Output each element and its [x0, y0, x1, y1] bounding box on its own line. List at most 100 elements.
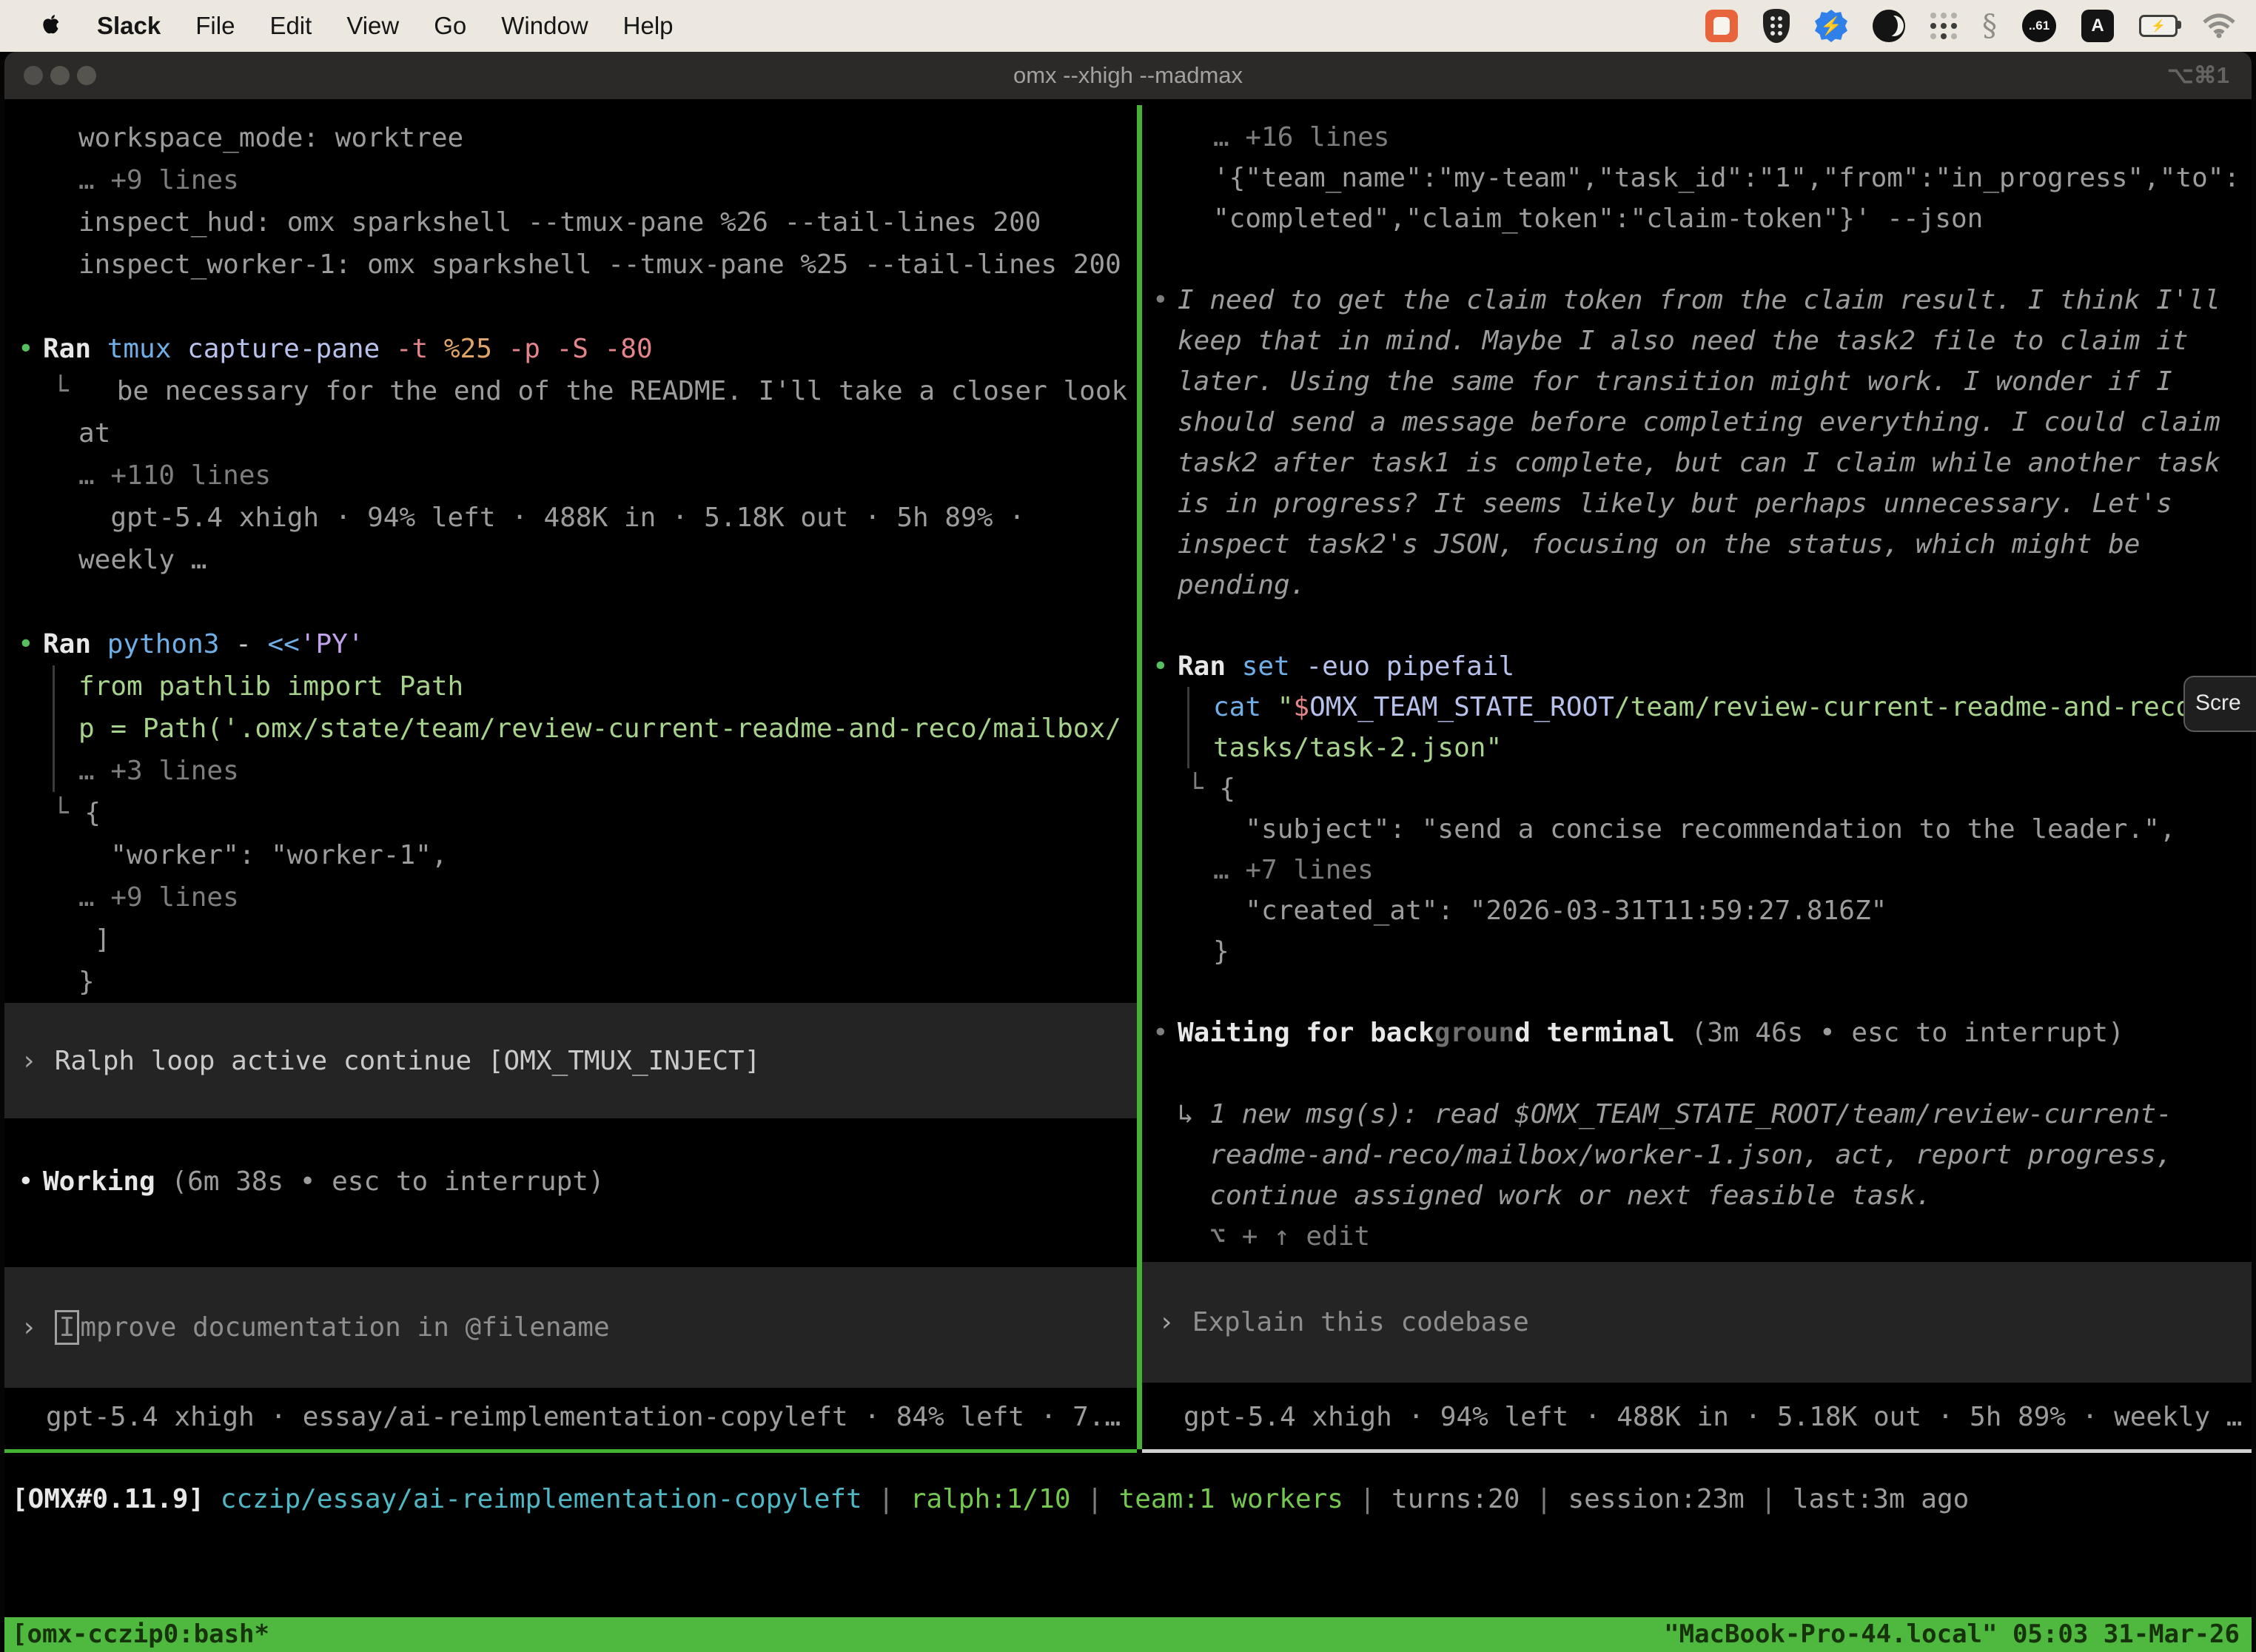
menu-item-view[interactable]: View	[346, 12, 399, 40]
text-segment: … +16 lines	[1213, 122, 1389, 152]
text-segment: readme-and-reco/mailbox/worker-1.json, a…	[1178, 1140, 2172, 1170]
pane-left-status: gpt-5.4 xhigh · essay/ai-reimplementatio…	[46, 1402, 1121, 1432]
text-segment: continue assigned work or next feasible …	[1178, 1181, 1932, 1211]
active-app-name[interactable]: Slack	[97, 12, 161, 40]
text-segment: ↳	[1178, 1099, 1209, 1129]
terminal-line	[1213, 1053, 2252, 1094]
pane-right-status: gpt-5.4 xhigh · 94% left · 488K in · 5.1…	[1184, 1402, 2242, 1432]
menu-item-file[interactable]: File	[195, 12, 235, 40]
screen-tooltip: Scre	[2183, 676, 2256, 732]
terminal-line: "worker": "worker-1",	[78, 834, 1137, 876]
chat-bubble-inner	[1713, 17, 1730, 35]
pane-left-input[interactable]: › Improve documentation in @filename	[4, 1267, 1137, 1388]
text-segment: }	[78, 967, 95, 997]
terminal-line	[1213, 239, 2252, 280]
terminal-line: └ be necessary for the end of the README…	[78, 370, 1137, 412]
text-segment: is in progress? It seems likely but perh…	[1178, 488, 2172, 519]
text-segment: |	[1520, 1484, 1568, 1514]
terminal-line: workspace_mode: worktree	[78, 117, 1137, 159]
hud-status-line: [OMX#0.11.9] cczip/essay/ai-reimplementa…	[4, 1453, 2252, 1514]
apple-menu[interactable]	[40, 13, 62, 38]
text-cursor: I	[55, 1310, 80, 1345]
text-segment: $	[1293, 692, 1309, 722]
menu-item-edit[interactable]: Edit	[269, 12, 312, 40]
terminal-line: is in progress? It seems likely but perh…	[1178, 483, 2252, 524]
omx-hud-pane: [OMX#0.11.9] cczip/essay/ai-reimplementa…	[4, 1453, 2252, 1617]
crescent-cut	[1880, 14, 1898, 36]
dots-grid-icon[interactable]	[1930, 13, 1957, 39]
terminal-line: gpt-5.4 xhigh · 94% left · 488K in · 5.1…	[78, 497, 1137, 539]
input-source-icon[interactable]: A	[2081, 10, 2114, 42]
text-segment: [OMX#0.11.9]	[12, 1484, 204, 1514]
text-segment: weekly …	[78, 545, 207, 575]
window-titlebar[interactable]: omx --xhigh --madmax ⌥⌘1	[4, 52, 2252, 99]
terminal-line: … +3 lines	[53, 750, 1137, 792]
text-segment: Ran	[43, 629, 91, 659]
terminal-line: keep that in mind. Maybe I also need the…	[1178, 320, 2252, 361]
terminal-pane-right[interactable]: … +16 lines'{"team_name":"my-team","task…	[1142, 105, 2252, 1449]
terminal-pane-left[interactable]: workspace_mode: worktree… +9 linesinspec…	[4, 105, 1137, 1449]
text-segment: I need to get the claim token from the c…	[1178, 285, 2220, 315]
terminal-line: tasks/task-2.json"	[1187, 728, 2252, 768]
text-segment: task2 after task1 is complete, but can I…	[1178, 448, 2220, 478]
terminal-line: •Working (6m 38s • esc to interrupt)	[43, 1161, 1137, 1203]
crescent-app-icon[interactable]	[1873, 10, 1905, 42]
text-segment: … +110 lines	[78, 460, 271, 491]
text-segment: gpt-5.4 xhigh · 94% left · 488K in · 5.1…	[78, 503, 1025, 533]
terminal-line: inspect_hud: omx sparkshell --tmux-pane …	[78, 201, 1137, 244]
text-segment: last:3m ago	[1793, 1484, 1969, 1514]
menu-item-window[interactable]: Window	[501, 12, 588, 40]
prompt-chevron: ›	[21, 1312, 37, 1343]
shield-icon[interactable]	[1763, 9, 1790, 43]
usage-counter-icon[interactable]: ..61	[2022, 10, 2056, 42]
text-segment: <<	[267, 629, 299, 659]
text-segment: {	[84, 798, 101, 828]
terminal-line: … +9 lines	[78, 159, 1137, 201]
text-segment: turns:20	[1391, 1484, 1520, 1514]
terminal-line: pending.	[1178, 565, 2252, 605]
text-segment: |	[1071, 1484, 1119, 1514]
bullet: •	[18, 623, 34, 665]
text-segment: "subject": "send a concise recommendatio…	[1213, 814, 2175, 845]
terminal-line: readme-and-reco/mailbox/worker-1.json, a…	[1178, 1135, 2252, 1175]
minimize-button[interactable]	[50, 66, 70, 85]
menu-item-help[interactable]: Help	[623, 12, 674, 40]
close-button[interactable]	[24, 66, 43, 85]
badge-icon[interactable]: ⚡	[1815, 10, 1847, 42]
text-segment: pending.	[1178, 570, 1306, 600]
terminal-line: later. Using the same for transition mig…	[1178, 361, 2252, 402]
text-segment: ]	[78, 924, 110, 955]
text-segment: cczip/essay/ai-reimplementation-copyleft	[221, 1484, 862, 1514]
terminal-line: p = Path('.omx/state/team/review-current…	[53, 708, 1137, 750]
text-segment: Working	[43, 1166, 155, 1197]
text-segment: ralph:1/10	[910, 1484, 1071, 1514]
terminal-line: •I need to get the claim token from the …	[1178, 280, 2252, 320]
text-segment: "created_at": "2026-03-31T11:59:27.816Z"	[1213, 896, 1887, 926]
terminal-line: … +110 lines	[78, 454, 1137, 497]
battery-icon[interactable]: ⚡	[2139, 15, 2178, 37]
text-segment: └	[53, 798, 84, 828]
wifi-icon[interactable]	[2203, 13, 2235, 38]
tmux-status-bar: [omx-cczip0:bash* "MacBook-Pro-44.local"…	[4, 1617, 2252, 1652]
terminal-line: ]	[78, 919, 1137, 961]
zoom-button[interactable]	[77, 66, 96, 85]
menu-item-go[interactable]: Go	[434, 12, 466, 40]
text-segment: (3m 46s • esc to interrupt)	[1675, 1018, 2124, 1048]
text-segment: -t	[380, 334, 428, 364]
pane-right-input[interactable]: › Explain this codebase	[1142, 1262, 2252, 1383]
terminal-line	[78, 1118, 1137, 1161]
text-segment: python3	[91, 629, 219, 659]
terminal-line: •Ran set -euo pipefail	[1178, 646, 2252, 687]
pane-divider[interactable]	[1137, 105, 1142, 1449]
text-segment: -p -S -80	[492, 334, 653, 364]
text-segment: }	[1213, 936, 1229, 967]
chat-bubble-icon[interactable]	[1705, 10, 1738, 42]
terminal-line: └ {	[78, 792, 1137, 834]
text-segment: |	[1343, 1484, 1391, 1514]
terminal-line: •Ran tmux capture-pane -t %25 -p -S -80	[43, 328, 1137, 370]
terminal-line: … +16 lines	[1213, 117, 2252, 158]
bullet: •	[18, 328, 34, 370]
shield-grid	[1770, 16, 1782, 36]
terminal-line: weekly …	[78, 539, 1137, 581]
squiggle-icon[interactable]: §	[1982, 9, 1997, 43]
